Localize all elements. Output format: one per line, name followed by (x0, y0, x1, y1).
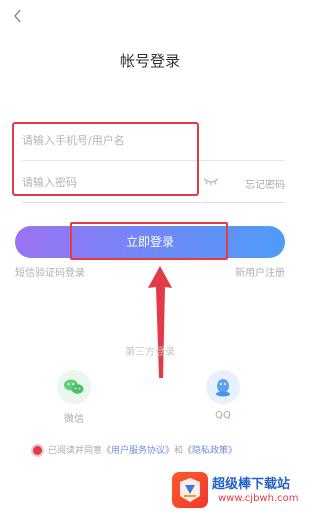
agreement-prefix: 已阅读并同意 (48, 446, 103, 456)
watermark: 超级棒下载站 www.cjbwh.com (170, 468, 300, 512)
watermark-url: www.cjbwh.com (218, 493, 299, 504)
highlight-box-inputs (12, 122, 199, 196)
agreement-row: 已阅读并同意《用户服务协议》和《隐私政策》 (33, 443, 237, 456)
agreement-conjunction: 和 (174, 446, 184, 456)
eye-closed-icon[interactable] (202, 175, 220, 187)
annotation-arrow (148, 266, 172, 378)
register-link[interactable]: 新用户注册 (235, 264, 285, 279)
forgot-password-link[interactable]: 忘记密码 (245, 176, 285, 191)
highlight-box-login (70, 222, 228, 260)
sms-login-link[interactable]: 短信验证码登录 (15, 264, 85, 279)
agreement-radio[interactable] (33, 446, 42, 455)
watermark-title: 超级棒下载站 (212, 477, 291, 492)
watermark-logo-icon (172, 472, 208, 508)
wechat-label: 微信 (64, 414, 84, 425)
qq-icon (206, 370, 240, 404)
wechat-login[interactable]: 微信 (44, 370, 104, 425)
wechat-icon (57, 370, 91, 404)
qq-login[interactable]: QQ (193, 370, 253, 421)
terms-link[interactable]: 《用户服务协议》 (102, 446, 174, 456)
privacy-link[interactable]: 《隐私政策》 (183, 446, 237, 456)
page-title: 帐号登录 (119, 52, 180, 70)
third-party-title: 第三方登录 (125, 347, 175, 358)
qq-label: QQ (215, 410, 231, 421)
chevron-left-icon (14, 9, 21, 23)
back-button[interactable] (12, 8, 28, 26)
